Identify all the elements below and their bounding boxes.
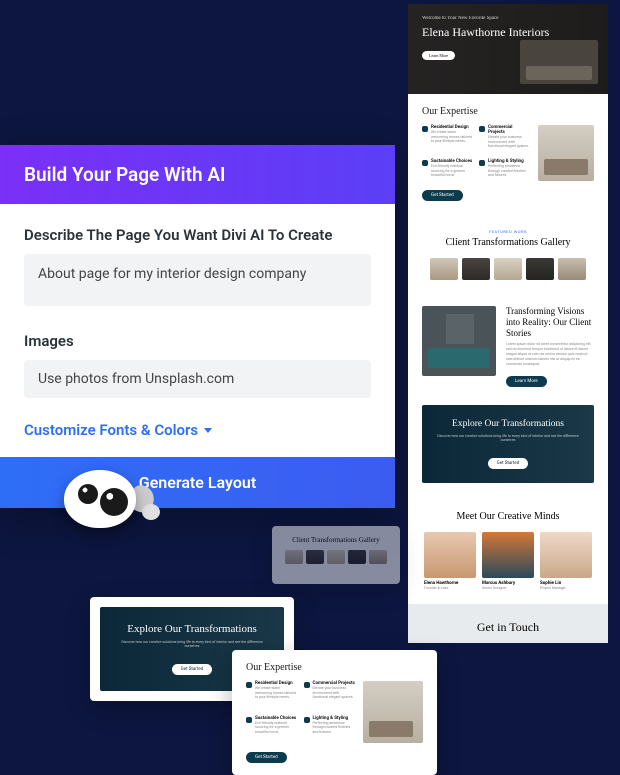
preview-gallery: FEATURED WORK Client Transformations Gal… [408,215,608,296]
preview-contact: Get in Touch [408,604,608,643]
preview-hero: Welcome to Your New Favorite Space Elena… [408,4,608,94]
gallery-thumb [348,550,366,564]
preview-expertise: Our Expertise Residential DesignWe creat… [408,94,608,215]
gallery-thumb[interactable] [526,258,554,280]
feature-icon [246,682,252,688]
ai-panel: Build Your Page With AI Describe The Pag… [0,145,395,508]
avatar [424,532,476,578]
expertise-image [363,681,423,743]
images-label: Images [24,332,371,350]
customize-label: Customize Fonts & Colors [24,421,198,439]
gallery-thumb [306,550,324,564]
gallery-subtitle: FEATURED WORK [422,229,594,234]
preview-team: Meet Our Creative Minds Elena HawthorneF… [408,501,608,604]
customize-fonts-colors-toggle[interactable]: Customize Fonts & Colors [24,421,212,439]
feature-icon [304,717,310,723]
hero-title: Elena Hawthorne Interiors [422,25,594,40]
expertise-item: Lighting & StylingPerfecting ambience th… [479,159,530,181]
team-title: Meet Our Creative Minds [422,511,594,522]
story-body: Lorem ipsum dolor sit amet consectetur a… [506,342,594,366]
chevron-down-icon [204,428,212,433]
avatar [540,532,592,578]
expertise-title: Our Expertise [422,106,594,117]
hero-image [520,40,598,84]
story-image [422,306,496,376]
avatar [482,532,534,578]
contact-title: Get in Touch [422,620,594,635]
explore-title: Explore Our Transformations [434,419,582,429]
explore-subtitle: Discover how our creative solutions brin… [434,434,582,442]
gallery-thumb [285,550,303,564]
team-member: Sophie LinProject Manager [540,532,592,590]
feature-icon [479,126,485,132]
feature-icon [479,160,485,166]
preview-client-story: Transforming Visions into Reality: Our C… [408,296,608,405]
ai-robot-mascot [60,462,160,542]
gallery-thumb [369,550,387,564]
expertise-button[interactable]: Get Started [422,190,463,201]
floating-card-gallery[interactable]: Client Transformations Gallery [272,526,400,584]
story-title: Transforming Visions into Reality: Our C… [506,306,594,338]
feature-icon [422,126,428,132]
gallery-thumb[interactable] [494,258,522,280]
describe-input[interactable]: About page for my interior design compan… [24,254,371,306]
gallery-thumb [327,550,345,564]
panel-title: Build Your Page With AI [0,145,395,204]
expertise-item: Residential DesignWe create warm welcomi… [422,125,473,152]
images-input[interactable]: Use photos from Unsplash.com [24,360,371,398]
page-preview: Welcome to Your New Favorite Space Elena… [408,4,608,643]
gallery-thumb[interactable] [430,258,458,280]
explore-button[interactable]: Get Started [488,458,529,469]
floating-card-expertise[interactable]: Our Expertise Residential DesignWe creat… [232,650,437,775]
expertise-item: Commercial ProjectsElevate your business… [479,125,530,152]
team-member: Marcus AshburySenior Designer [482,532,534,590]
gallery-title: Client Transformations Gallery [422,237,594,248]
feature-icon [422,160,428,166]
feature-icon [304,682,310,688]
expertise-item: Sustainable ChoicesEco-friendly material… [422,159,473,181]
expertise-image [538,125,594,181]
describe-label: Describe The Page You Want Divi AI To Cr… [24,226,371,244]
story-button[interactable]: Learn More [506,376,547,387]
feature-icon [246,717,252,723]
hero-subtitle: Welcome to Your New Favorite Space [422,16,594,21]
preview-explore-cta: Explore Our Transformations Discover how… [422,405,594,483]
gallery-thumb[interactable] [558,258,586,280]
team-member: Elena HawthorneFounder & Lead [424,532,476,590]
hero-button[interactable]: Learn More [422,51,455,60]
gallery-thumb[interactable] [462,258,490,280]
